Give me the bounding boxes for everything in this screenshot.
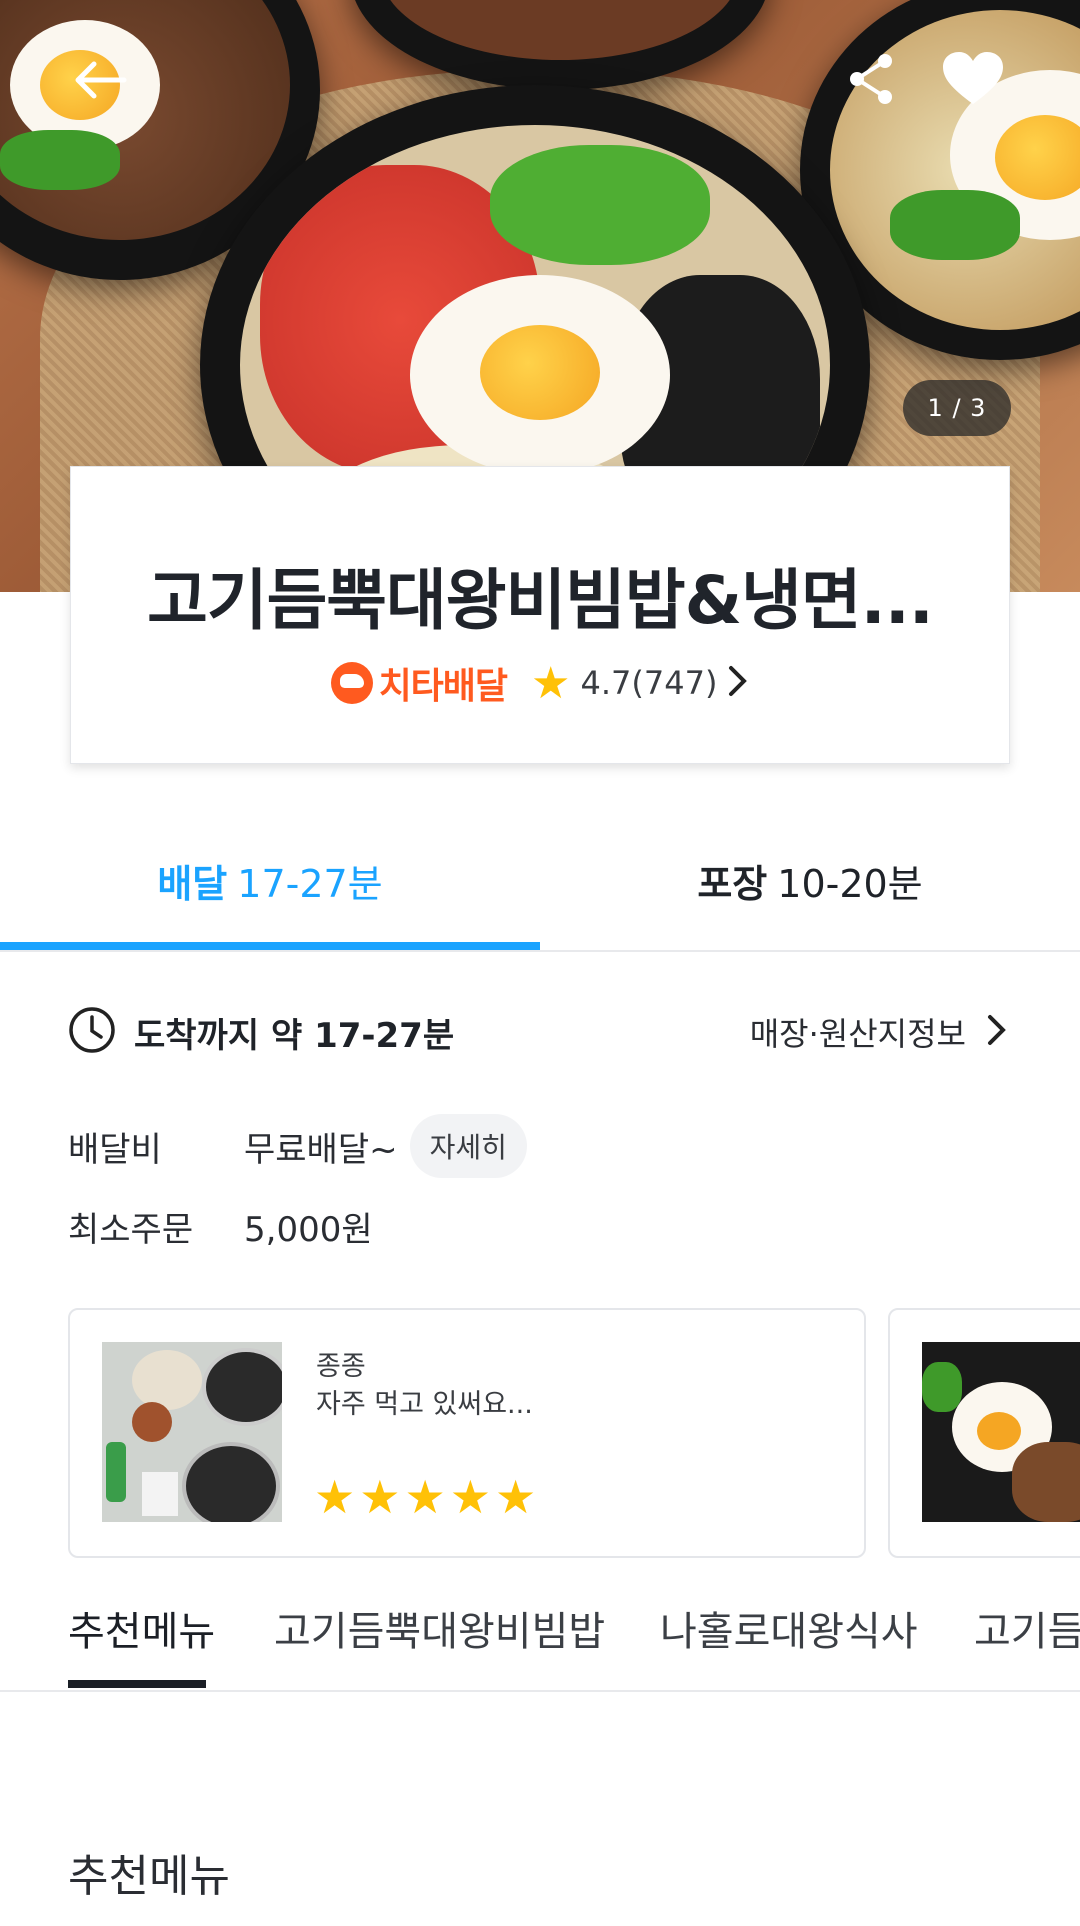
image-pager: 1 / 3: [903, 380, 1011, 436]
star-icon: ★: [359, 1470, 401, 1524]
cheetah-delivery-badge: 치타배달: [330, 657, 508, 709]
delivery-fee-row: 배달비 무료배달~ 자세히: [68, 1110, 1008, 1182]
store-info-link[interactable]: 매장·원산지정보: [750, 1009, 1008, 1055]
brand-label: 치타배달: [378, 666, 508, 707]
store-name: 고기듬뿍대왕비빔밥&냉면...: [147, 562, 934, 639]
heart-icon[interactable]: [940, 48, 1006, 110]
tab-delivery[interactable]: 배달 17-27분: [0, 820, 540, 940]
order-type-tabs: 배달 17-27분 포장 10-20분: [0, 820, 1080, 952]
min-order-label: 최소주문: [68, 1209, 194, 1250]
active-menu-tab-indicator: [68, 1680, 206, 1688]
active-tab-indicator: [0, 942, 540, 950]
cheetah-logo-icon: [330, 662, 373, 704]
review-stars: ★★★★★: [314, 1470, 540, 1524]
menu-tab-recommended[interactable]: 추천메뉴: [68, 1570, 215, 1686]
section-title: 추천메뉴: [68, 1851, 230, 1902]
menu-tab-bibimbap[interactable]: 고기듬뿍대왕비빔밥: [274, 1570, 605, 1686]
store-rating: 4.7(747): [580, 664, 718, 702]
tab-takeout-label: 포장: [697, 861, 768, 906]
rating-row[interactable]: 치타배달 ★ 4.7(747): [71, 657, 1009, 709]
review-text-line1: 종종: [316, 1351, 366, 1382]
chevron-right-icon: [986, 1013, 1008, 1051]
delivery-fee-label: 배달비: [68, 1129, 162, 1170]
star-icon: ★: [495, 1470, 537, 1524]
arrival-row: 도착까지 약 17-27분 매장·원산지정보: [68, 1002, 1008, 1062]
min-order-value: 5,000원: [244, 1209, 373, 1250]
tab-delivery-label: 배달: [157, 861, 228, 906]
star-icon: ★: [531, 657, 571, 709]
menu-category-tabs: 추천메뉴 고기듬뿍대왕비빔밥 나홀로대왕식사 고기듬: [0, 1570, 1080, 1692]
menu-tab-solo-meal[interactable]: 나홀로대왕식사: [660, 1570, 918, 1686]
store-info-label: 매장·원산지정보: [749, 1015, 966, 1053]
review-photo: [102, 1342, 282, 1522]
delivery-fee-value: 무료배달~: [244, 1129, 398, 1170]
clock-icon: [68, 1006, 116, 1058]
arrival-time: 도착까지 약 17-27분: [134, 1015, 455, 1056]
star-icon: ★: [404, 1470, 446, 1524]
review-photo: [922, 1342, 1080, 1522]
fee-detail-button[interactable]: 자세히: [409, 1114, 527, 1178]
tab-delivery-time: 17-27분: [237, 861, 383, 906]
review-card[interactable]: [888, 1308, 1080, 1558]
review-text-line2: 자주 먹고 있써요...: [316, 1389, 533, 1420]
star-icon: ★: [449, 1470, 491, 1524]
tab-takeout-time: 10-20분: [777, 861, 923, 906]
menu-tab-more[interactable]: 고기듬: [974, 1570, 1080, 1686]
tab-takeout[interactable]: 포장 10-20분: [540, 820, 1080, 940]
store-card: 고기듬뿍대왕비빔밥&냉면... 치타배달 ★ 4.7(747): [70, 466, 1010, 764]
back-arrow-icon[interactable]: [70, 50, 130, 110]
star-icon: ★: [314, 1470, 356, 1524]
chevron-right-icon: [727, 664, 749, 702]
min-order-row: 최소주문 5,000원: [68, 1196, 1008, 1256]
share-icon[interactable]: [842, 48, 900, 110]
review-card[interactable]: 종종 자주 먹고 있써요... ★★★★★: [68, 1308, 866, 1558]
